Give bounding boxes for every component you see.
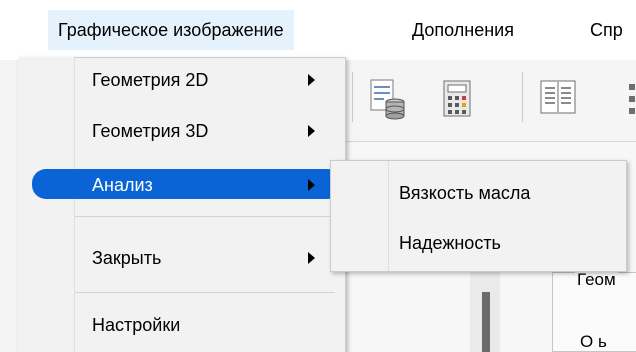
groupbox-caption: Геом bbox=[575, 270, 618, 290]
menu-item-analysis[interactable]: Анализ bbox=[20, 165, 344, 205]
table-database-icon[interactable] bbox=[370, 78, 406, 125]
menu-item-label: Анализ bbox=[92, 175, 153, 195]
submenu-item-reliability[interactable]: Надежность bbox=[399, 223, 501, 263]
menu-item-close[interactable]: Закрыть bbox=[20, 238, 344, 278]
background-label: О ь bbox=[580, 332, 607, 351]
toolbar-separator bbox=[352, 72, 353, 122]
menu-item-label: Геометрия 2D bbox=[92, 70, 209, 90]
menu-item-settings[interactable]: Настройки bbox=[20, 305, 344, 345]
submenu-arrow-icon bbox=[308, 74, 315, 86]
scrollbar-thumb[interactable] bbox=[482, 292, 490, 352]
book-icon[interactable] bbox=[540, 80, 576, 121]
toolbar-separator bbox=[522, 72, 523, 122]
menu-separator bbox=[75, 292, 335, 293]
menubar-item-help[interactable]: Спр bbox=[580, 10, 623, 50]
menu-item-geometry-2d[interactable]: Геометрия 2D bbox=[20, 60, 344, 100]
menu-item-label: Геометрия 3D bbox=[92, 121, 209, 141]
menu-bar: Графическое изображение Дополнения Спр bbox=[0, 0, 636, 60]
menu-item-label: Настройки bbox=[92, 315, 181, 335]
menu-separator bbox=[75, 216, 335, 217]
calculator-icon[interactable] bbox=[442, 80, 472, 123]
toolbar-more-icon[interactable] bbox=[628, 82, 636, 121]
menubar-item-addons[interactable]: Дополнения bbox=[402, 10, 524, 50]
menubar-item-graphics[interactable]: Графическое изображение bbox=[48, 10, 294, 50]
analysis-submenu: Вязкость масла Надежность bbox=[330, 160, 627, 272]
submenu-icon-gutter bbox=[331, 161, 389, 271]
menu-item-geometry-3d[interactable]: Геометрия 3D bbox=[20, 111, 344, 151]
submenu-arrow-icon bbox=[308, 125, 315, 137]
submenu-arrow-icon bbox=[308, 179, 315, 191]
submenu-arrow-icon bbox=[308, 252, 315, 264]
menu-item-label: Закрыть bbox=[92, 248, 162, 268]
submenu-item-oil-viscosity[interactable]: Вязкость масла bbox=[399, 173, 530, 213]
